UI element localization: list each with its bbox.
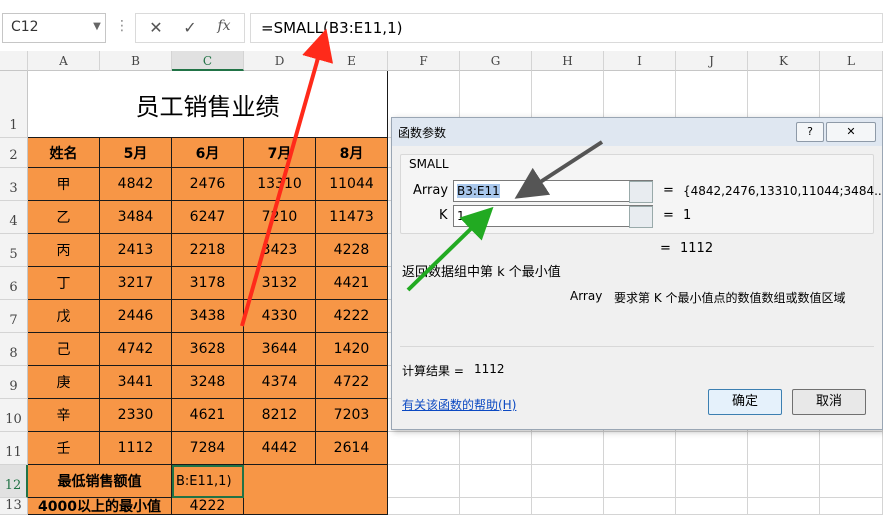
- gray-arrow: [514, 140, 604, 199]
- green-arrow: [406, 206, 494, 292]
- annotation-arrows: [240, 28, 604, 327]
- red-arrow: [240, 28, 334, 327]
